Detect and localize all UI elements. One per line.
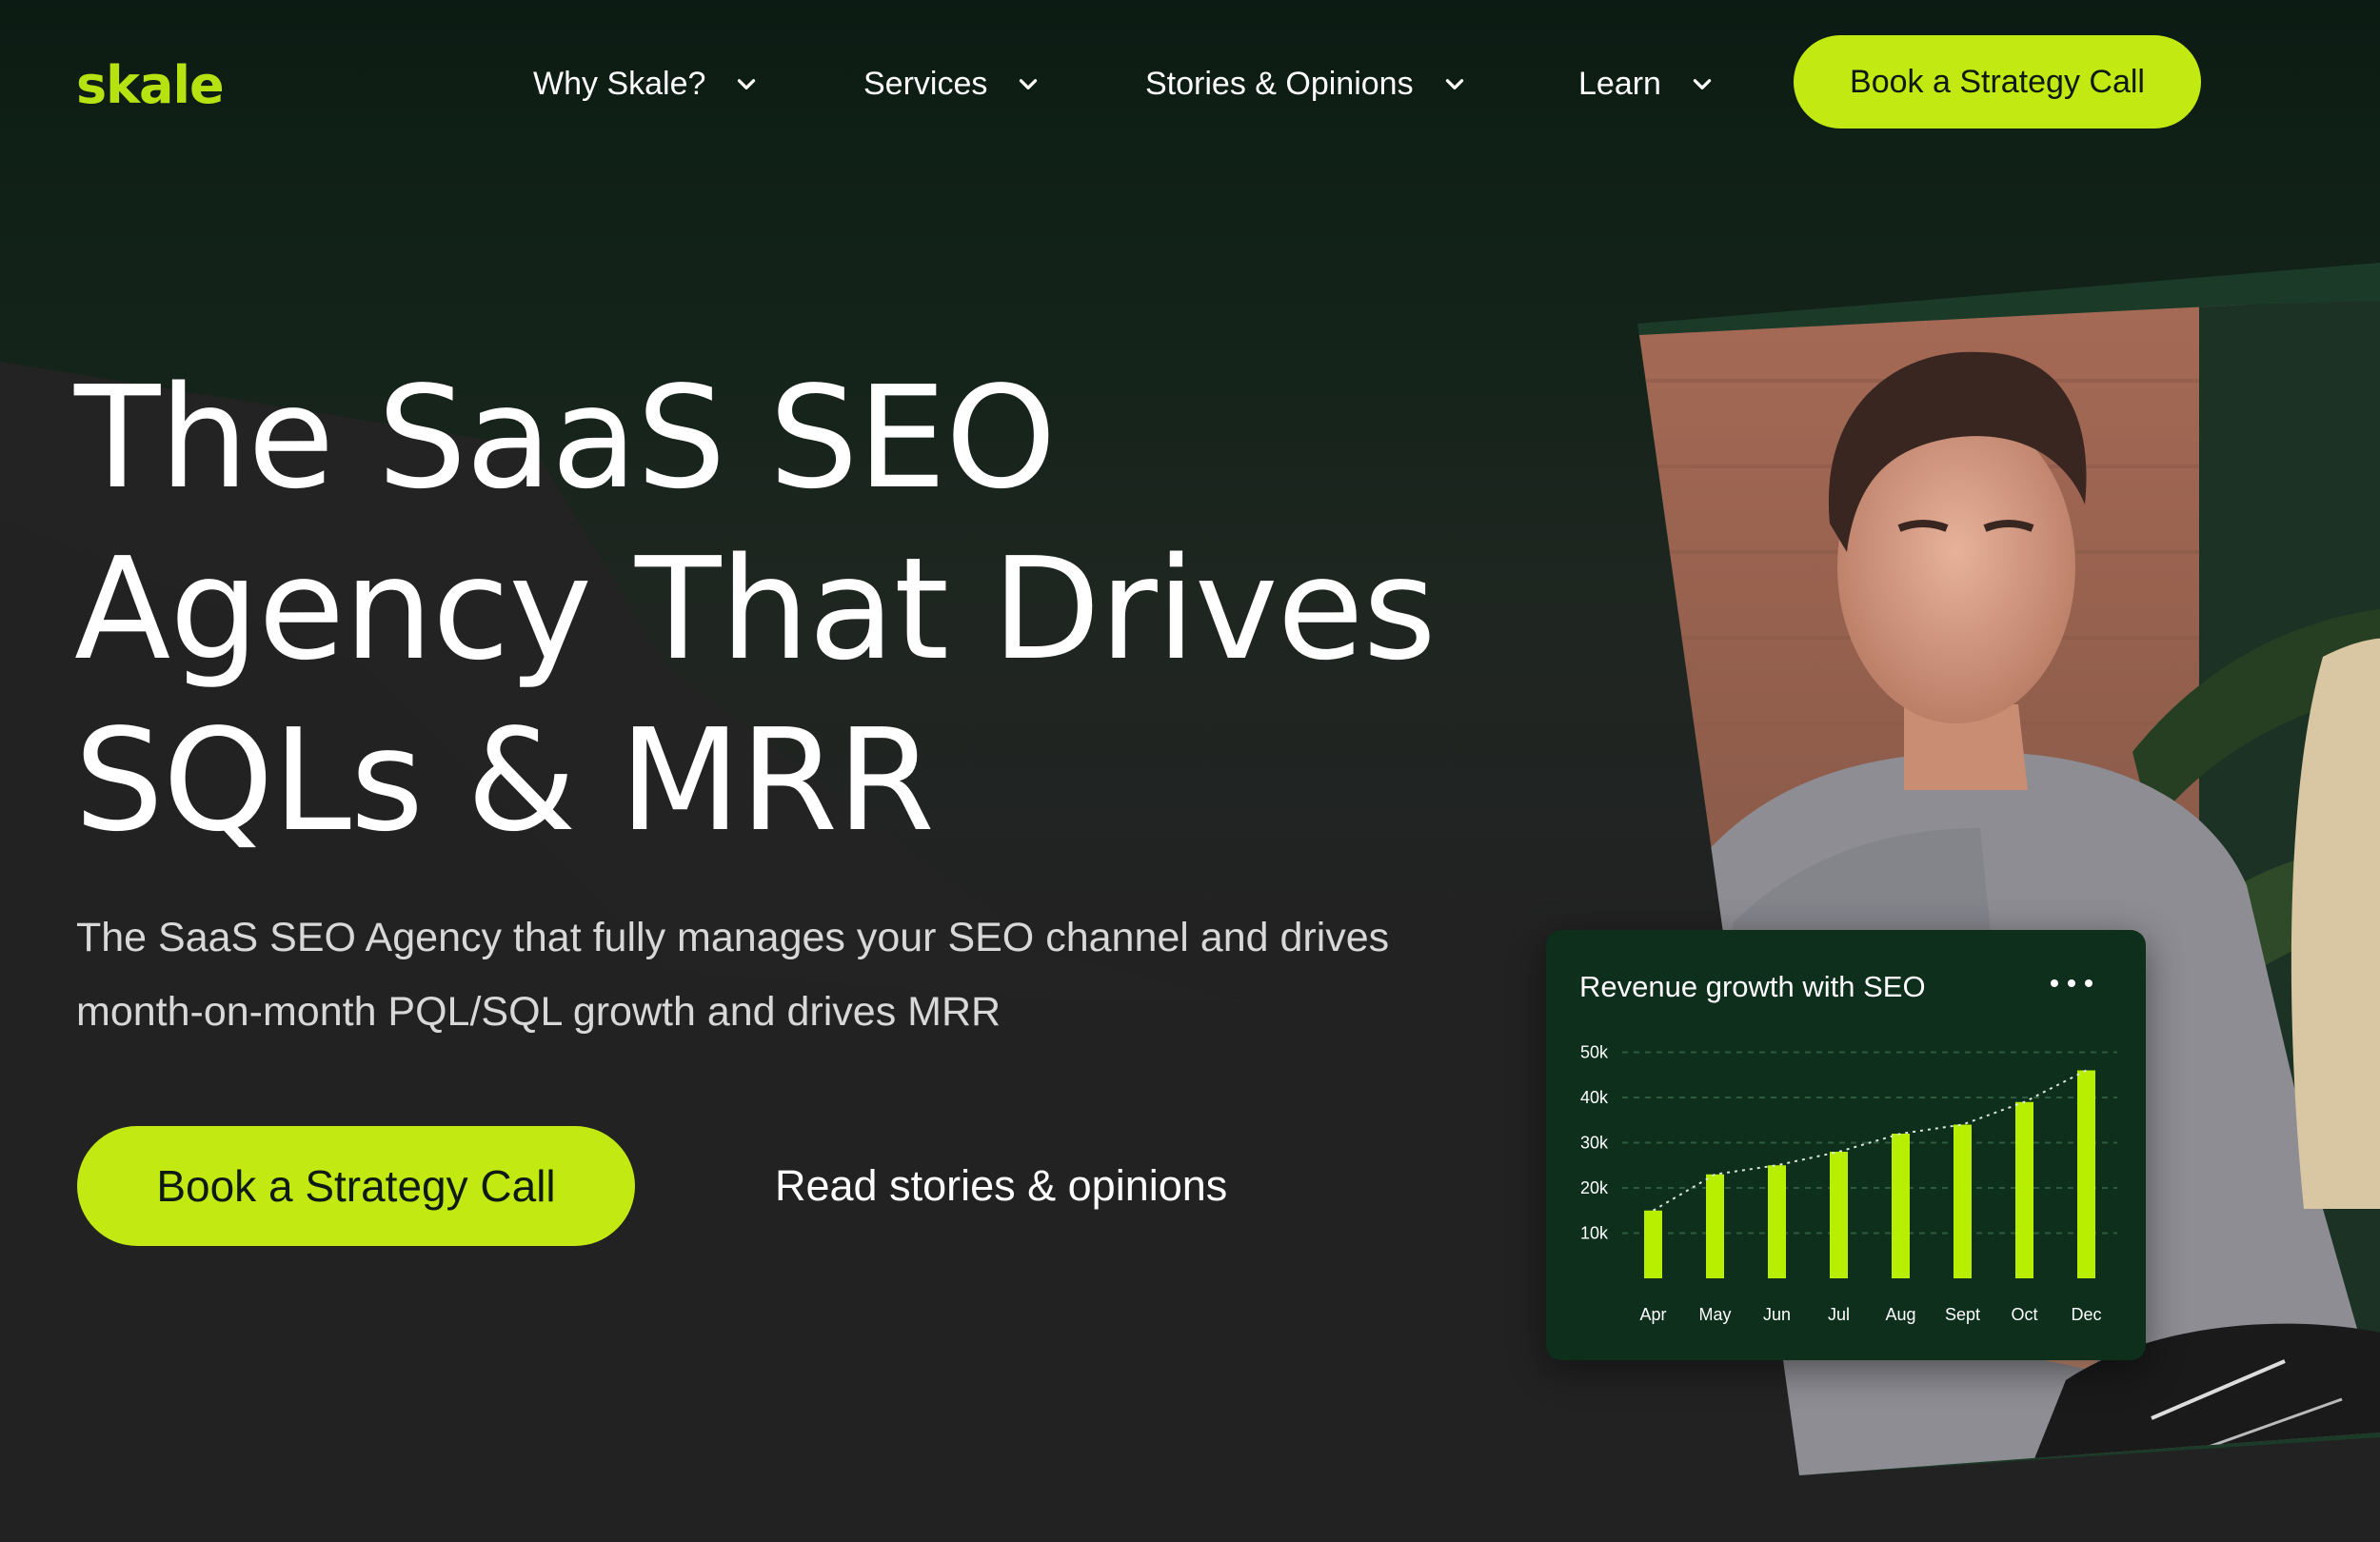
chevron-down-icon (738, 79, 756, 89)
nav-item-label: Learn (1578, 65, 1661, 102)
hero-subtitle-line: The SaaS SEO Agency that fully manages y… (76, 915, 1390, 960)
x-tick-label: May (1698, 1305, 1731, 1324)
chart-bar (1892, 1134, 1910, 1278)
top-navigation: skale Why Skale? Services Stories & Opin… (0, 0, 2380, 167)
y-tick-label: 40k (1580, 1088, 1609, 1107)
skale-logo[interactable]: skale (76, 55, 225, 115)
nav-item-why-skale[interactable]: Why Skale? (533, 63, 759, 105)
hero-subtitle-line: month-on-month PQL/SQL growth and drives… (76, 989, 1002, 1035)
x-tick-label: Dec (2071, 1305, 2101, 1324)
x-tick-label: Apr (1639, 1305, 1666, 1324)
x-tick-label: Jun (1763, 1305, 1791, 1324)
chart-bar (1830, 1152, 1848, 1278)
hero-title-line: The SaaS SEO (74, 356, 1057, 520)
more-dots-icon[interactable] (2051, 979, 2104, 991)
y-tick-label: 30k (1580, 1134, 1609, 1153)
read-stories-link[interactable]: Read stories & opinions (775, 1161, 1227, 1215)
x-tick-label: Oct (2011, 1305, 2037, 1324)
x-tick-label: Sept (1945, 1305, 1980, 1324)
chevron-down-icon (1020, 79, 1038, 89)
hero-book-call-button[interactable]: Book a Strategy Call (77, 1126, 635, 1246)
x-tick-label: Aug (1885, 1305, 1915, 1324)
nav-item-learn[interactable]: Learn (1578, 63, 1715, 105)
nav-item-label: Stories & Opinions (1145, 65, 1414, 102)
y-tick-label: 20k (1580, 1178, 1609, 1197)
nav-item-stories-opinions[interactable]: Stories & Opinions (1145, 63, 1467, 105)
nav-item-services[interactable]: Services (863, 63, 1041, 105)
revenue-chart-card: 50k 40k 30k 20k 10k Apr May Jun Jul Aug Sept Oct Dec… (1546, 930, 2146, 1360)
nav-item-label: Services (863, 65, 988, 102)
hero-title-line: SQLs & MRR (74, 699, 935, 862)
chart-bar (1706, 1174, 1724, 1278)
chart-bar (1644, 1210, 1662, 1278)
nav-item-label: Why Skale? (533, 65, 706, 102)
hero-title-line: Agency That Drives (74, 527, 1437, 691)
hero-subtitle: The SaaS SEO Agency that fully manages y… (76, 900, 1542, 1049)
chart-bar (2077, 1070, 2095, 1278)
chevron-down-icon (1693, 79, 1712, 89)
chart-bar (2015, 1101, 2033, 1278)
x-tick-label: Jul (1828, 1305, 1850, 1324)
y-tick-label: 10k (1580, 1224, 1609, 1243)
chart-title: Revenue growth with SEO (1579, 970, 1926, 1003)
y-tick-label: 50k (1580, 1043, 1609, 1062)
nav-book-call-button[interactable]: Book a Strategy Call (1794, 35, 2201, 128)
chart-bar (1954, 1124, 1972, 1278)
chart-bar (1768, 1165, 1786, 1278)
hero-title: The SaaS SEO Agency That Drives SQLs & M… (74, 352, 1559, 866)
chevron-down-icon (1445, 79, 1463, 89)
